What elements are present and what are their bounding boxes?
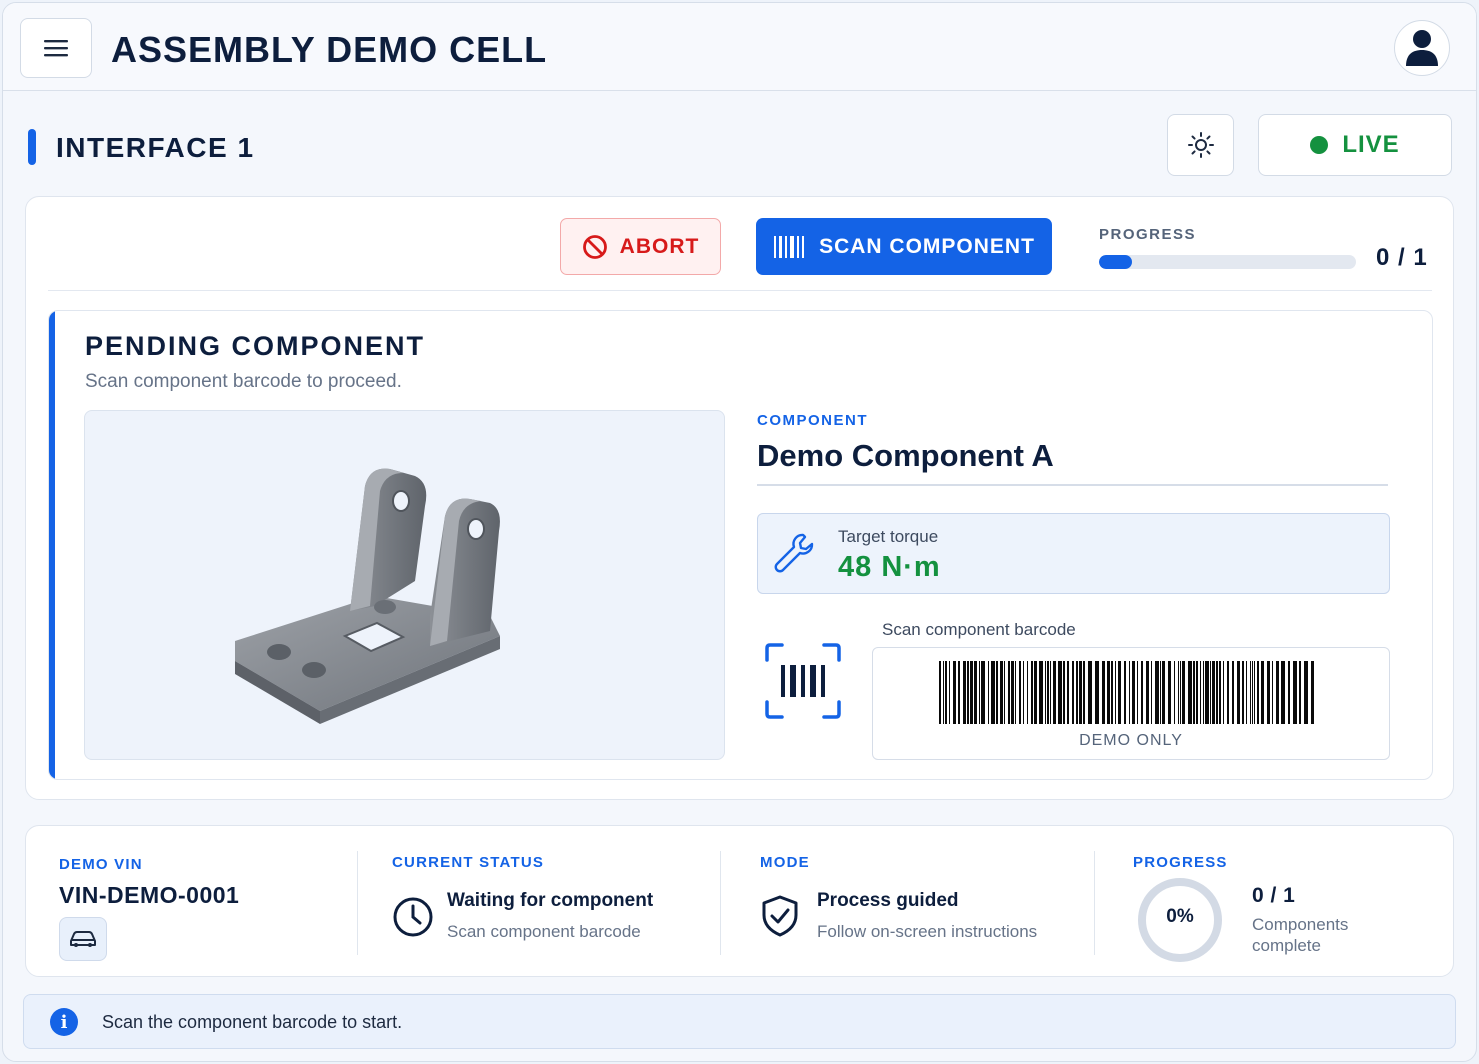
barcode-icon bbox=[774, 235, 805, 258]
hamburger-menu-icon bbox=[44, 40, 68, 57]
target-torque-box: Target torque 48 N·m bbox=[757, 513, 1390, 594]
divider bbox=[757, 484, 1388, 486]
status-kicker: CURRENT STATUS bbox=[392, 854, 545, 871]
status-sub: Scan component barcode bbox=[447, 922, 641, 941]
progress-bar-fill bbox=[1099, 255, 1133, 269]
pending-subtitle: Scan component barcode to proceed. bbox=[85, 371, 402, 392]
main-panel: ABORT SCAN COMPONENT PROGRESS 0 / 1 PEND… bbox=[25, 196, 1454, 800]
divider bbox=[48, 290, 1432, 291]
pending-accent-bar bbox=[49, 311, 55, 779]
summary-progress-sub-line2: complete bbox=[1252, 936, 1321, 955]
vin-value: VIN-DEMO-0001 bbox=[59, 882, 240, 908]
progress-count: 0 / 1 bbox=[1376, 244, 1428, 271]
mode-kicker: MODE bbox=[760, 854, 810, 871]
progress-percent: 0% bbox=[1166, 906, 1194, 927]
summary-progress-kicker: PROGRESS bbox=[1133, 854, 1228, 871]
scan-component-button[interactable]: SCAN COMPONENT bbox=[756, 218, 1052, 275]
progress-label: PROGRESS bbox=[1099, 226, 1197, 243]
divider bbox=[720, 851, 721, 955]
interface-accent-bar bbox=[28, 129, 36, 165]
prohibited-icon bbox=[582, 234, 607, 259]
summary-progress-count: 0 / 1 bbox=[1252, 884, 1296, 907]
app-title: ASSEMBLY DEMO CELL bbox=[111, 29, 548, 70]
bracket-part-illustration bbox=[235, 468, 500, 724]
abort-button[interactable]: ABORT bbox=[560, 218, 721, 275]
status-main: Waiting for component bbox=[447, 890, 654, 911]
summary-progress-sub-line1: Components bbox=[1252, 915, 1349, 934]
pending-title: PENDING COMPONENT bbox=[85, 331, 426, 361]
info-banner: i Scan the component barcode to start. bbox=[23, 994, 1456, 1049]
divider bbox=[357, 851, 358, 955]
user-icon bbox=[1406, 30, 1438, 66]
car-icon bbox=[70, 931, 96, 947]
info-message: Scan the component barcode to start. bbox=[102, 1012, 403, 1032]
app-window: ASSEMBLY DEMO CELL INTERFACE 1 LIVE ABOR… bbox=[2, 2, 1477, 1062]
barcode-scanner-icon bbox=[765, 643, 841, 719]
clock-icon bbox=[393, 897, 433, 937]
live-indicator-dot bbox=[1310, 136, 1329, 154]
scan-caption: Scan component barcode bbox=[882, 620, 1076, 639]
component-kicker: COMPONENT bbox=[757, 412, 868, 429]
live-status-button[interactable]: LIVE bbox=[1258, 114, 1452, 176]
mode-main: Process guided bbox=[817, 890, 959, 911]
wrench-icon bbox=[774, 533, 814, 573]
torque-value: 48 N·m bbox=[838, 551, 941, 583]
theme-toggle-button[interactable] bbox=[1167, 114, 1234, 176]
live-label: LIVE bbox=[1342, 131, 1400, 158]
vehicle-button[interactable] bbox=[59, 917, 107, 961]
barcode-graphic bbox=[939, 661, 1314, 724]
pending-component-card: PENDING COMPONENT Scan component barcode… bbox=[48, 310, 1433, 780]
divider bbox=[1094, 851, 1095, 955]
scan-component-label: SCAN COMPONENT bbox=[819, 234, 1035, 258]
shield-check-icon bbox=[762, 895, 798, 937]
info-icon: i bbox=[50, 1008, 78, 1036]
barcode-note: DEMO ONLY bbox=[1079, 732, 1183, 749]
summary-panel: DEMO VIN VIN-DEMO-0001 CURRENT STATUS Wa… bbox=[25, 825, 1454, 977]
abort-label: ABORT bbox=[619, 234, 700, 258]
vin-kicker: DEMO VIN bbox=[59, 856, 143, 873]
barcode-field[interactable]: DEMO ONLY bbox=[872, 647, 1390, 760]
torque-label: Target torque bbox=[838, 527, 939, 546]
component-name: Demo Component A bbox=[757, 438, 1054, 473]
sun-icon bbox=[1187, 132, 1214, 158]
user-avatar-button[interactable] bbox=[1394, 20, 1450, 76]
mode-sub: Follow on-screen instructions bbox=[817, 922, 1038, 941]
top-bar: ASSEMBLY DEMO CELL bbox=[3, 3, 1476, 91]
interface-title: INTERFACE 1 bbox=[56, 132, 255, 163]
menu-button[interactable] bbox=[20, 18, 92, 78]
progress-bar bbox=[1099, 255, 1356, 269]
component-image bbox=[84, 410, 725, 760]
